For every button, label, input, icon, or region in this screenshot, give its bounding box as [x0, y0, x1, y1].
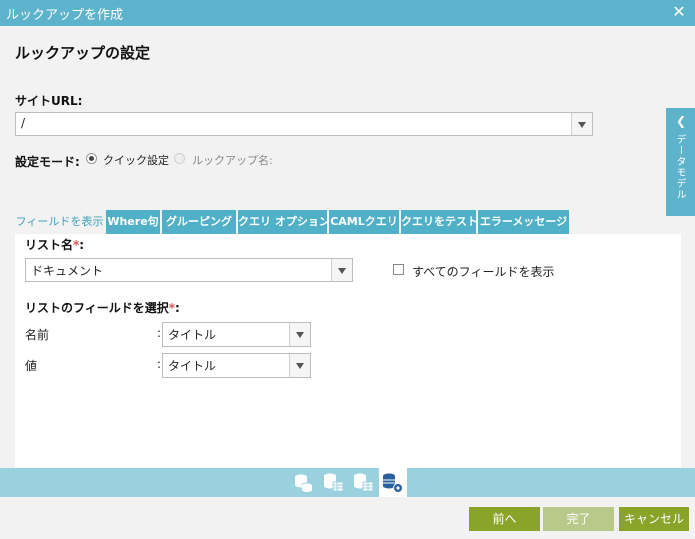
chevron-down-icon: [571, 113, 592, 135]
site-url-label: サイトURL:: [15, 94, 83, 108]
field-value-value: タイトル: [168, 359, 217, 373]
field-name-value: タイトル: [168, 328, 217, 342]
tab-caml-query[interactable]: CAMLクエリ: [329, 210, 399, 234]
list-name-label: リスト名*:: [25, 238, 85, 252]
list-name-select[interactable]: ドキュメント: [25, 258, 353, 282]
window-title: ルックアップを作成: [6, 8, 124, 23]
site-url-value: /: [21, 116, 26, 130]
settings-mode-label: 設定モード:: [15, 155, 80, 169]
cancel-button[interactable]: キャンセル: [619, 507, 689, 531]
step-2-database-table-icon[interactable]: [321, 468, 347, 497]
prev-button[interactable]: 前へ: [469, 507, 540, 531]
tab-panel-show-fields: リスト名*: ドキュメント すべてのフィールドを表示 リストのフィールドを選択*…: [15, 234, 681, 468]
show-all-fields-label: すべてのフィールドを表示: [412, 265, 555, 279]
step-4-database-settings-icon[interactable]: [379, 468, 407, 497]
dialog-footer: 前へ 完了 キャンセル: [0, 497, 695, 539]
field-value-sep: :: [157, 357, 162, 371]
chevron-down-icon: [331, 259, 352, 281]
radio-quick-settings[interactable]: [86, 153, 97, 164]
wizard-steps: [0, 468, 695, 497]
tab-query-options[interactable]: クエリ オプション: [238, 210, 327, 234]
chevron-left-icon: ❮: [676, 114, 687, 128]
list-fields-label: リストのフィールドを選択*:: [25, 301, 180, 315]
list-name-value: ドキュメント: [31, 264, 104, 278]
radio-lookup-name[interactable]: [174, 153, 185, 164]
data-model-side-tab[interactable]: ❮ データモデル: [666, 108, 695, 216]
field-name-select[interactable]: タイトル: [162, 322, 311, 347]
chevron-down-icon: [289, 323, 310, 346]
tab-error-messages[interactable]: エラーメッセージ: [478, 210, 569, 234]
close-icon[interactable]: ✕: [669, 2, 689, 22]
lookup-name-label: ルックアップ名:: [192, 154, 273, 167]
tab-grouping[interactable]: グルーピング: [162, 210, 236, 234]
chevron-down-icon: [289, 354, 310, 377]
quick-settings-label: クイック設定: [103, 154, 169, 167]
tab-show-fields[interactable]: フィールドを表示: [15, 210, 104, 234]
site-url-select[interactable]: /: [15, 112, 593, 136]
field-name-label: 名前: [25, 328, 50, 342]
show-all-fields-checkbox[interactable]: [393, 264, 404, 275]
field-value-label: 値: [25, 359, 38, 373]
title-bar: ルックアップを作成 ✕: [0, 0, 695, 26]
data-model-label: データモデル: [674, 134, 685, 200]
field-value-select[interactable]: タイトル: [162, 353, 311, 378]
step-1-database-icon[interactable]: [291, 468, 317, 497]
field-name-sep: :: [157, 326, 162, 340]
done-button[interactable]: 完了: [543, 507, 614, 531]
section-title: ルックアップの設定: [15, 44, 151, 62]
tab-where-clause[interactable]: Where句: [106, 210, 160, 234]
dialog-content: ルックアップの設定 サイトURL: / 設定モード: クイック設定 ルックアップ…: [0, 26, 695, 468]
step-3-database-table-icon[interactable]: [351, 468, 377, 497]
tab-test-query[interactable]: クエリをテスト: [401, 210, 476, 234]
